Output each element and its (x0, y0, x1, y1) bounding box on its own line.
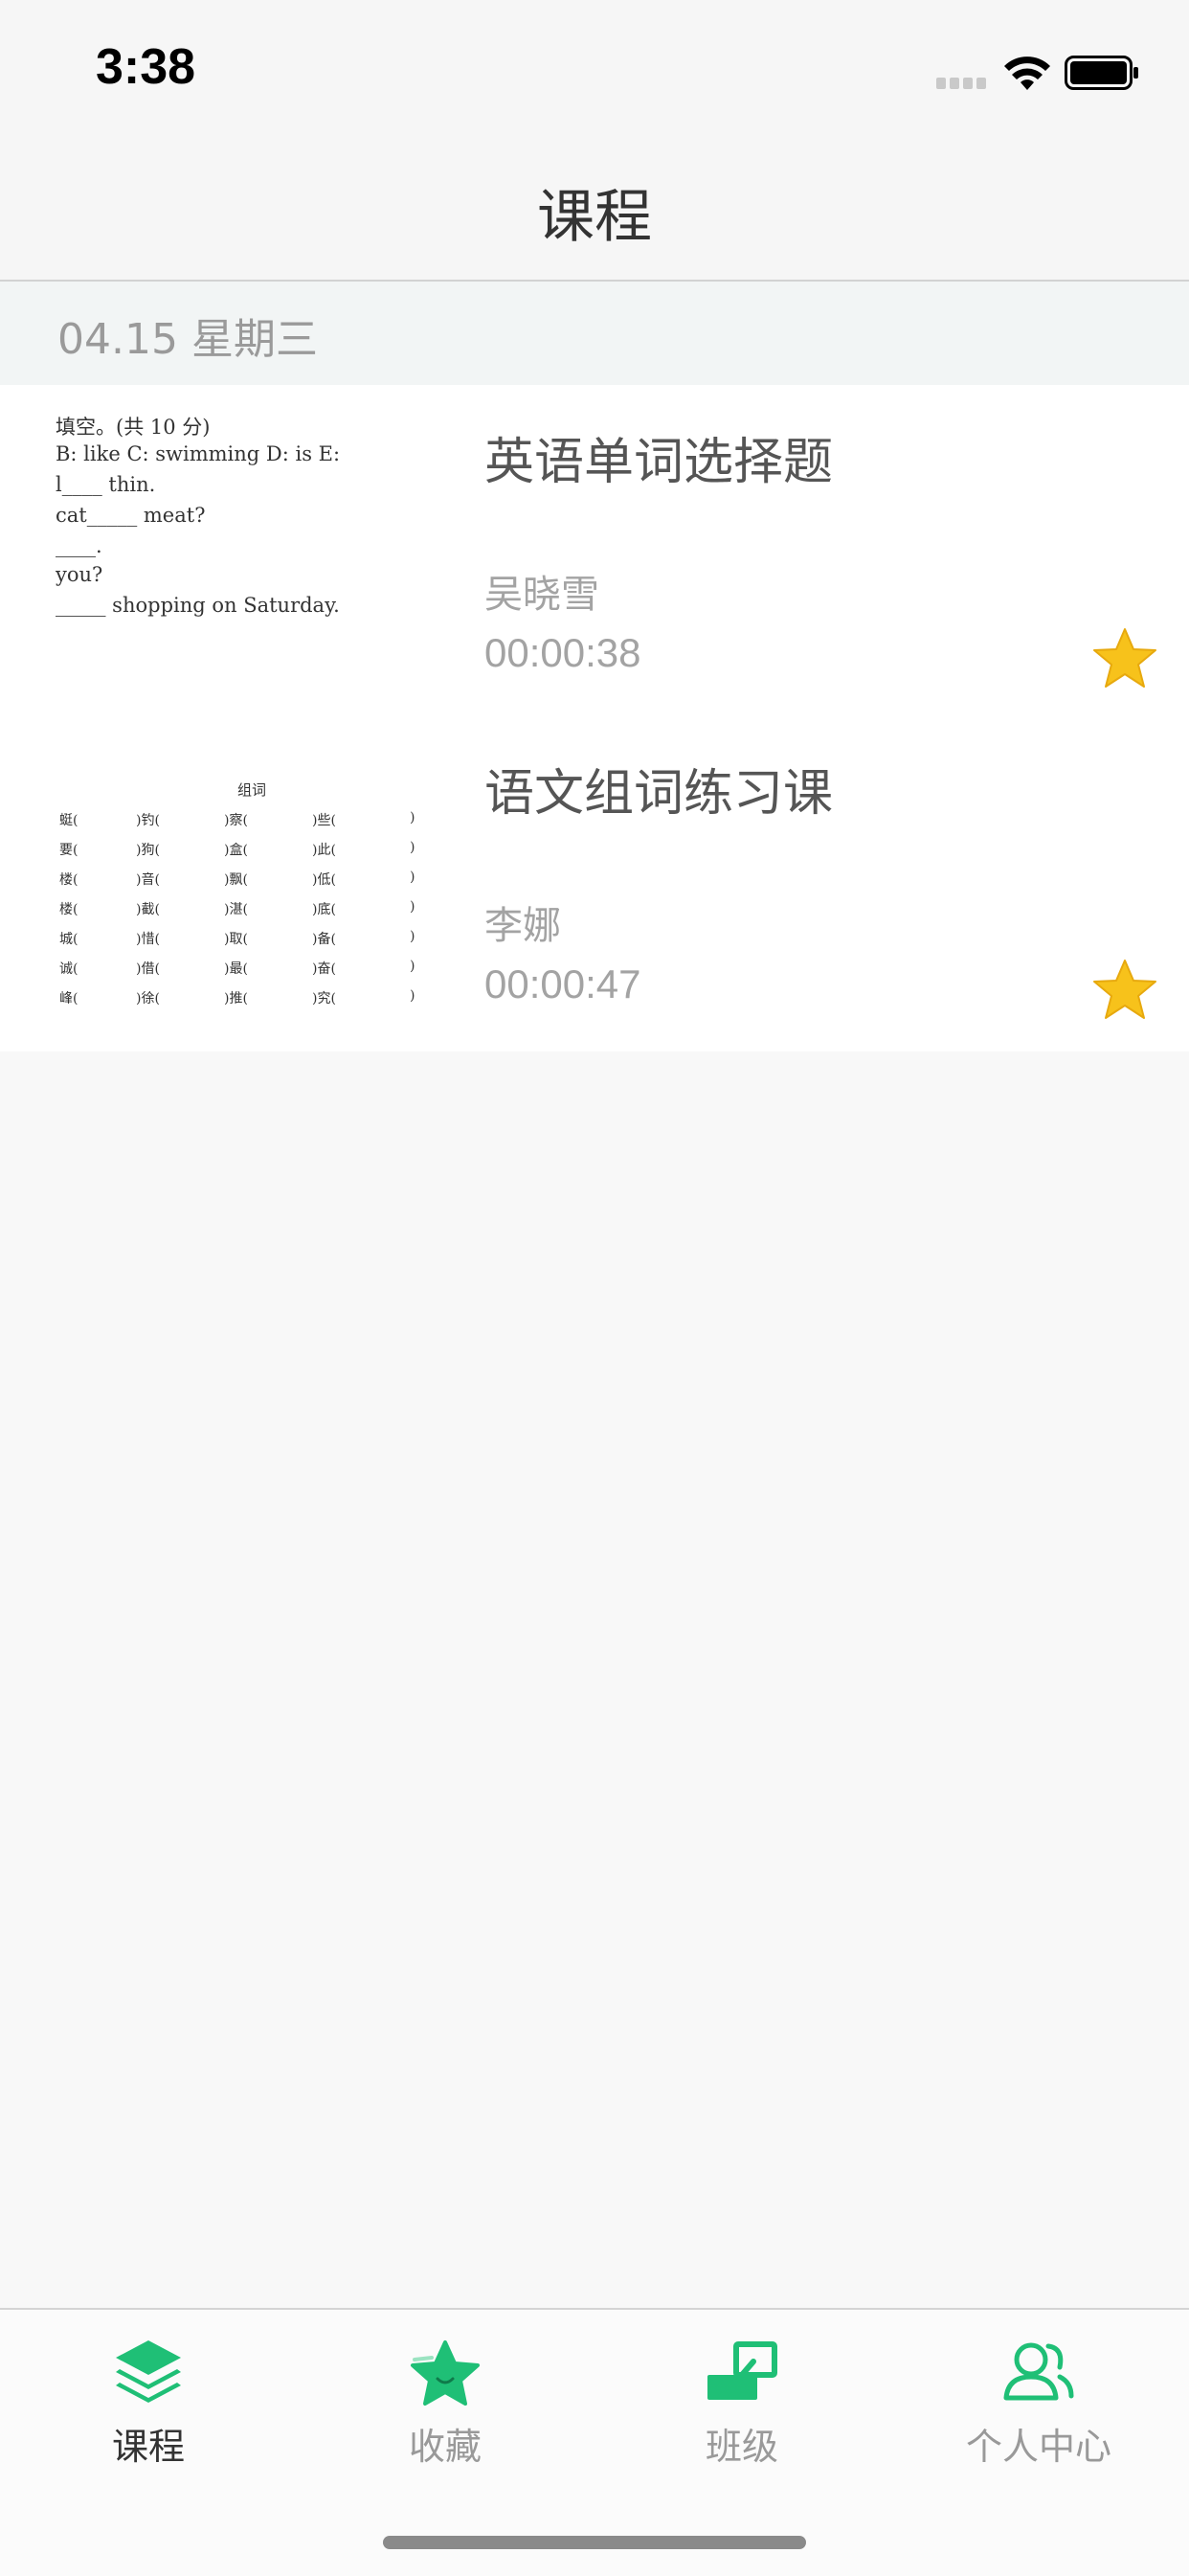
navigation-bar: 课程 (0, 144, 1189, 282)
thumbnail-text: l____ thin. (56, 473, 156, 496)
thumbnail-text: cat_____ meat? (56, 504, 206, 527)
date-label: 04.15 星期三 (57, 315, 318, 364)
favorite-star-icon[interactable] (1091, 626, 1158, 689)
tab-label: 班级 (705, 2426, 778, 2468)
tab-profile[interactable]: 个人中心 (890, 2310, 1187, 2482)
course-author: 吴晓雪 (484, 573, 599, 617)
tab-courses[interactable]: 课程 (0, 2310, 297, 2482)
course-thumbnail: 填空。(共 10 分) B: like C: swimming D: is E:… (56, 410, 442, 668)
tab-label: 个人中心 (965, 2426, 1111, 2468)
course-duration: 00:00:47 (484, 961, 641, 1006)
thumbnail-text: 填空。(共 10 分) (56, 416, 211, 439)
course-thumbnail: 组词 蜓()钓()察()些() 要()狗()盒()此() 楼()音()飘()低(… (56, 772, 442, 1030)
cellular-signal-icon (936, 75, 990, 93)
layers-icon (116, 2340, 181, 2403)
status-bar: 3:38 (0, 0, 1189, 144)
thumbnail-title: 组词 (237, 781, 267, 799)
tab-class[interactable]: 班级 (594, 2310, 890, 2482)
course-item[interactable]: 组词 蜓()钓()察()些() 要()狗()盒()此() 楼()音()飘()低(… (0, 718, 1189, 1051)
status-time: 3:38 (96, 39, 196, 95)
course-title: 英语单词选择题 (484, 434, 834, 491)
battery-icon (1065, 56, 1138, 90)
course-title: 语文组词练习课 (484, 765, 834, 823)
wifi-icon (1004, 56, 1050, 90)
thumbnail-text: _____ shopping on Saturday. (56, 594, 340, 617)
favorite-star-icon[interactable] (1091, 958, 1158, 1021)
thumbnail-text: you? (56, 563, 103, 586)
course-duration: 00:00:38 (484, 630, 641, 675)
page-title: 课程 (537, 184, 652, 251)
tab-label: 课程 (111, 2426, 185, 2468)
course-list: 填空。(共 10 分) B: like C: swimming D: is E:… (0, 385, 1189, 1051)
course-author: 李娜 (484, 904, 561, 948)
users-icon (1003, 2342, 1074, 2401)
tab-favorites[interactable]: 收藏 (297, 2310, 594, 2482)
thumbnail-text: B: like C: swimming D: is E: (56, 442, 341, 465)
date-section-header: 04.15 星期三 (0, 282, 1189, 385)
tab-label: 收藏 (408, 2426, 482, 2468)
classroom-icon (707, 2341, 777, 2400)
star-icon (411, 2340, 480, 2406)
thumbnail-text: ____. (56, 534, 102, 557)
home-indicator[interactable] (383, 2536, 806, 2549)
course-item[interactable]: 填空。(共 10 分) B: like C: swimming D: is E:… (0, 385, 1189, 718)
